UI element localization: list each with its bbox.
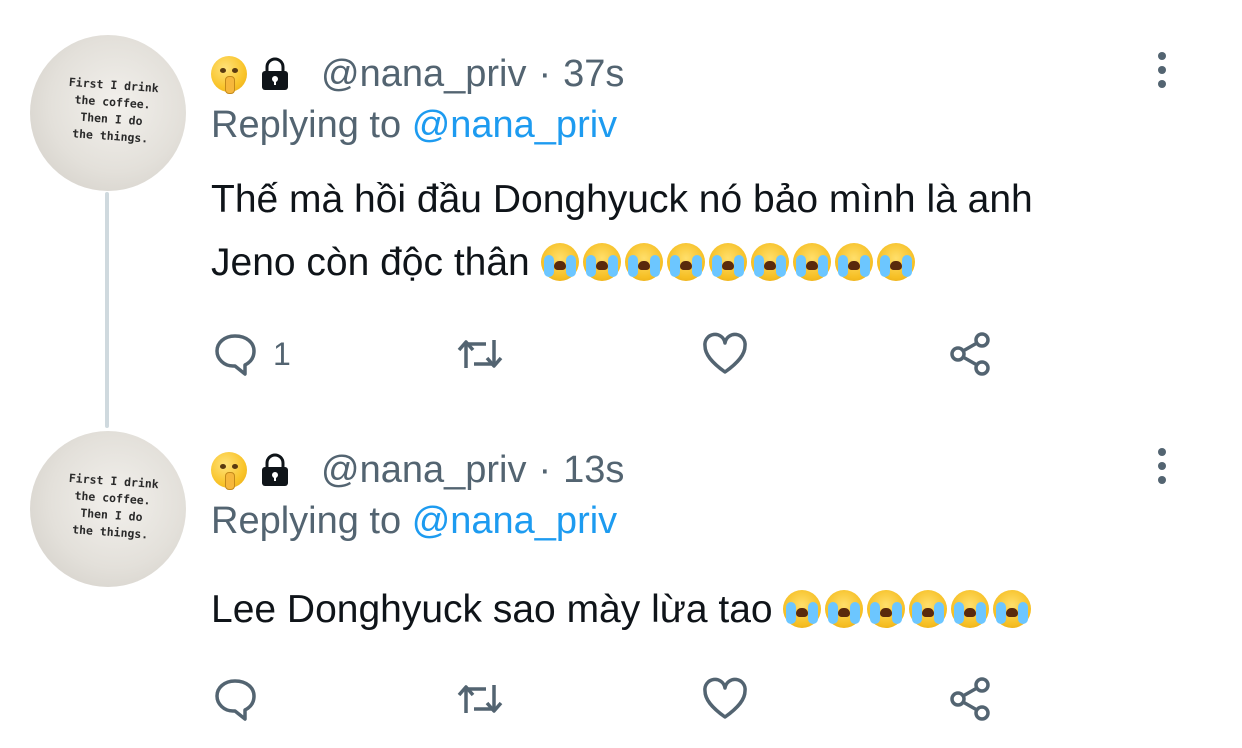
loudly-crying-face-icon	[666, 243, 705, 281]
like-button[interactable]	[701, 675, 749, 723]
tweet-text: Thế mà hồi đầu Donghyuck nó bảo mình là …	[211, 168, 1171, 294]
avatar[interactable]: First I drink the coffee. Then I do the …	[30, 431, 186, 587]
tweet-reply[interactable]: First I drink the coffee. Then I do the …	[0, 420, 1242, 748]
replying-mention-link[interactable]: @nana_priv	[412, 104, 617, 146]
like-button[interactable]	[701, 330, 749, 378]
tweet-header: @nana_priv · 13s	[211, 448, 624, 492]
retweet-button[interactable]	[456, 330, 504, 378]
replying-label: Replying to	[211, 104, 402, 146]
tweet-text-line: Lee Donghyuck sao mày lừa tao	[211, 578, 1171, 641]
loudly-crying-face-icon	[993, 590, 1032, 628]
share-button[interactable]	[946, 330, 994, 378]
avatar-caption: First I drink the coffee. Then I do the …	[68, 470, 160, 542]
more-vertical-icon[interactable]	[1150, 444, 1174, 488]
reply-icon	[215, 679, 256, 721]
loudly-crying-face-icon	[624, 243, 663, 281]
timestamp[interactable]: 13s	[563, 449, 624, 492]
separator-dot: ·	[538, 52, 552, 95]
loudly-crying-face-icon	[876, 243, 915, 281]
loudly-crying-face-icon	[825, 590, 864, 628]
heart-icon	[703, 677, 747, 719]
lock-icon	[262, 57, 288, 90]
tweet-actions: 1	[211, 330, 1011, 378]
avatar[interactable]: First I drink the coffee. Then I do the …	[30, 35, 186, 191]
shushing-face-icon	[211, 452, 247, 490]
crying-emoji-run	[540, 241, 919, 284]
retweet-icon	[457, 340, 503, 368]
replying-mention-link[interactable]: @nana_priv	[412, 500, 617, 542]
lock-icon	[262, 453, 288, 486]
user-handle[interactable]: @nana_priv	[321, 449, 526, 492]
tweet-text-segment: Jeno còn độc thân	[211, 241, 530, 284]
share-icon	[950, 677, 990, 721]
avatar-caption: First I drink the coffee. Then I do the …	[68, 74, 160, 146]
tweet-text-line: Thế mà hồi đầu Donghyuck nó bảo mình là …	[211, 178, 1033, 221]
share-icon	[950, 332, 990, 376]
share-button[interactable]	[946, 675, 994, 723]
tweet-actions	[211, 675, 1011, 723]
replying-to: Replying to @nana_priv	[211, 500, 617, 548]
tweet-reply[interactable]: First I drink the coffee. Then I do the …	[0, 0, 1242, 420]
loudly-crying-face-icon	[582, 243, 621, 281]
loudly-crying-face-icon	[783, 590, 822, 628]
loudly-crying-face-icon	[834, 243, 873, 281]
loudly-crying-face-icon	[951, 590, 990, 628]
loudly-crying-face-icon	[750, 243, 789, 281]
reply-button[interactable]	[211, 675, 273, 723]
crying-emoji-run	[783, 588, 1035, 631]
retweet-button[interactable]	[456, 675, 504, 723]
more-vertical-icon[interactable]	[1150, 48, 1174, 92]
reply-button[interactable]: 1	[211, 330, 291, 378]
loudly-crying-face-icon	[792, 243, 831, 281]
shushing-face-icon	[211, 56, 247, 94]
reply-count: 1	[273, 335, 291, 372]
tweet-header: @nana_priv · 37s	[211, 52, 624, 96]
tweet-text-segment: Lee Donghyuck sao mày lừa tao	[211, 588, 773, 631]
loudly-crying-face-icon	[540, 243, 579, 281]
retweet-icon	[457, 685, 503, 713]
heart-icon	[703, 332, 747, 374]
tweet-text-line: Jeno còn độc thân	[211, 231, 1171, 294]
replying-label: Replying to	[211, 500, 402, 542]
reply-icon	[215, 334, 256, 376]
replying-to: Replying to @nana_priv	[211, 104, 617, 152]
loudly-crying-face-icon	[867, 590, 906, 628]
loudly-crying-face-icon	[708, 243, 747, 281]
separator-dot: ·	[538, 448, 552, 491]
timestamp[interactable]: 37s	[563, 53, 624, 96]
loudly-crying-face-icon	[909, 590, 948, 628]
tweet-text: Lee Donghyuck sao mày lừa tao	[211, 578, 1171, 641]
user-handle[interactable]: @nana_priv	[321, 53, 526, 96]
